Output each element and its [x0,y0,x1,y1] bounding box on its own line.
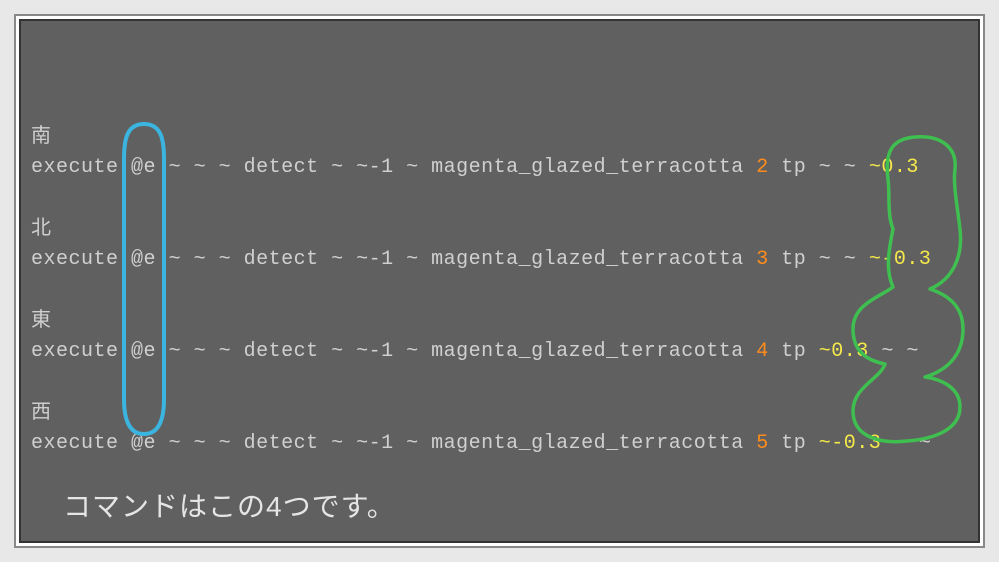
command-line: execute @e ~ ~ ~ detect ~ ~-1 ~ magenta_… [31,246,968,274]
command-block-east: 東 execute @e ~ ~ ~ detect ~ ~-1 ~ magent… [31,308,968,366]
exec-keyword: execute [31,248,119,271]
command-block-south: 南 execute @e ~ ~ ~ detect ~ ~-1 ~ magent… [31,124,968,182]
selector: @e [131,340,156,363]
tp-value: ~-0.3 [819,432,882,455]
command-line: execute @e ~ ~ ~ detect ~ ~-1 ~ magenta_… [31,430,968,458]
selector: @e [131,248,156,271]
tildes2: ~ ~-1 ~ [331,248,419,271]
block-id: 2 [756,156,769,179]
tildes1: ~ ~ ~ [169,156,232,179]
tp-value: ~0.3 [819,340,869,363]
command-block-north: 北 execute @e ~ ~ ~ detect ~ ~-1 ~ magent… [31,216,968,274]
tildes2: ~ ~-1 ~ [331,156,419,179]
command-line: execute @e ~ ~ ~ detect ~ ~-1 ~ magenta_… [31,154,968,182]
tp-keyword: tp [781,340,806,363]
tildes1: ~ ~ ~ [169,432,232,455]
tp-value: ~-0.3 [869,248,932,271]
tp-post: ~ ~ [881,432,931,455]
command-window: 南 execute @e ~ ~ ~ detect ~ ~-1 ~ magent… [16,16,983,546]
block-id: 4 [756,340,769,363]
command-block-west: 西 execute @e ~ ~ ~ detect ~ ~-1 ~ magent… [31,400,968,458]
exec-keyword: execute [31,156,119,179]
direction-label: 北 [31,216,968,244]
block-name: magenta_glazed_terracotta [431,156,744,179]
tp-pre: ~ ~ [819,156,869,179]
block-name: magenta_glazed_terracotta [431,340,744,363]
tp-keyword: tp [781,156,806,179]
direction-label: 東 [31,308,968,336]
selector: @e [131,156,156,179]
detect-keyword: detect [244,432,319,455]
block-name: magenta_glazed_terracotta [431,248,744,271]
selector: @e [131,432,156,455]
detect-keyword: detect [244,248,319,271]
block-name: magenta_glazed_terracotta [431,432,744,455]
command-list: 南 execute @e ~ ~ ~ detect ~ ~-1 ~ magent… [31,124,968,492]
command-line: execute @e ~ ~ ~ detect ~ ~-1 ~ magenta_… [31,338,968,366]
block-id: 3 [756,248,769,271]
exec-keyword: execute [31,340,119,363]
tp-keyword: tp [781,248,806,271]
direction-label: 西 [31,400,968,428]
tp-post: ~ ~ [869,340,919,363]
direction-label: 南 [31,124,968,152]
exec-keyword: execute [31,432,119,455]
tp-value: ~0.3 [869,156,919,179]
tildes1: ~ ~ ~ [169,340,232,363]
tildes2: ~ ~-1 ~ [331,432,419,455]
detect-keyword: detect [244,156,319,179]
block-id: 5 [756,432,769,455]
tildes2: ~ ~-1 ~ [331,340,419,363]
tp-pre: ~ ~ [819,248,869,271]
tp-keyword: tp [781,432,806,455]
detect-keyword: detect [244,340,319,363]
caption-text: コマンドはこの4つです。 [63,485,396,525]
tildes1: ~ ~ ~ [169,248,232,271]
